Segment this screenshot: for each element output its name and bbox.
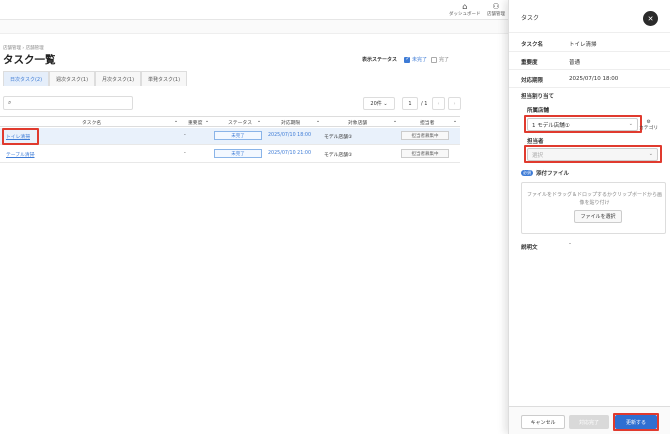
page-title: タスク一覧: [3, 54, 56, 66]
nav-dashboard-label: ダッシュボード: [449, 12, 481, 17]
category-link-label: カテゴリ: [639, 126, 659, 131]
filter-complete-option[interactable]: 完了: [431, 56, 449, 63]
dropzone-text: ファイルをドラッグ＆ドロップするかクリップボードから画像を貼り付け: [526, 192, 662, 206]
field-value-deadline: 2025/07/10 18:00: [569, 76, 619, 82]
description-value: -: [569, 241, 571, 247]
field-value-task-name: トイレ清掃: [569, 42, 597, 48]
assignment-section-label: 担当割り当て: [521, 94, 555, 100]
divider: [509, 51, 670, 52]
drawer-title: タスク: [521, 15, 540, 22]
nav-store-management[interactable]: ⚇ 店舗管理: [487, 2, 505, 17]
sort-icon[interactable]: ⌄: [174, 119, 178, 124]
sort-icon[interactable]: ⌄: [393, 119, 397, 124]
task-tabs: 日次タスク(2) 週次タスク(1) 月次タスク(1) 単発タスク(1): [3, 71, 187, 86]
complete-button[interactable]: 対応完了: [569, 415, 609, 429]
assignee-field-label: 担当者: [527, 139, 544, 145]
filter-incomplete-option[interactable]: 未完了: [404, 56, 427, 63]
status-badge: 未完了: [214, 131, 262, 140]
search-input[interactable]: ⌕: [3, 96, 133, 110]
deadline-value: 2025/07/10 21:00: [268, 151, 311, 156]
status-filter-label: 表示ステータス: [362, 57, 398, 63]
tab-daily[interactable]: 日次タスク(2): [3, 71, 49, 86]
per-page-select[interactable]: 20件 ⌄: [363, 97, 395, 110]
highlight-box: [524, 115, 642, 133]
select-file-button[interactable]: ファイルを選択: [574, 210, 622, 223]
nav-dashboard[interactable]: ⌂ ダッシュボード: [449, 2, 481, 17]
tab-weekly[interactable]: 週次タスク(1): [49, 71, 95, 86]
drawer-footer: キャンセル 対応完了 更新する: [509, 406, 670, 434]
next-page-button[interactable]: ›: [448, 97, 461, 110]
sort-icon[interactable]: ⌄: [316, 119, 320, 124]
store-value: モデル店舗①: [324, 135, 353, 140]
divider: [509, 87, 670, 88]
chevron-left-icon: ‹: [437, 100, 440, 107]
assignee-badge: 担当者募集中: [401, 149, 449, 158]
checkbox-unchecked-icon[interactable]: [431, 56, 438, 63]
required-tag: 必須: [521, 170, 533, 176]
deadline-value: 2025/07/10 18:00: [268, 133, 311, 138]
attachment-label: 添付ファイル: [536, 171, 570, 177]
status-badge: 未完了: [214, 149, 262, 158]
highlight-box: [524, 145, 662, 163]
tab-oneoff[interactable]: 単発タスク(1): [141, 71, 187, 86]
store-value: モデル店舗①: [324, 153, 353, 158]
store-field-label: 所属店舗: [527, 108, 550, 114]
divider: [509, 32, 670, 33]
column-task-name[interactable]: タスク名: [82, 119, 101, 126]
status-filter: 表示ステータス 未完了 完了: [362, 56, 449, 63]
page-number-input[interactable]: 1: [402, 97, 418, 110]
cancel-button[interactable]: キャンセル: [521, 415, 565, 429]
column-importance[interactable]: 重要度: [188, 119, 202, 126]
breadcrumb[interactable]: 店舗管理 › 店舗管理: [3, 45, 44, 51]
importance-value: -: [184, 151, 186, 156]
search-icon: ⌕: [8, 99, 12, 106]
file-dropzone[interactable]: ファイルをドラッグ＆ドロップするかクリップボードから画像を貼り付け ファイルを選…: [521, 182, 666, 234]
field-label-task-name: タスク名: [521, 42, 544, 48]
table-header: タスク名 ⌄ 重要度 ⌄ ステータス ⌄ 対応期限 ⌄ 対象店舗 ⌄ 担当者 ⌄: [0, 116, 460, 127]
table-row[interactable]: テーブル清掃 - 未完了 2025/07/10 21:00 モデル店舗① 担当者…: [0, 146, 460, 163]
assignee-badge: 担当者募集中: [401, 131, 449, 140]
home-icon: ⌂: [462, 2, 468, 11]
nav-store-label: 店舗管理: [487, 12, 505, 17]
field-value-importance: 普通: [569, 60, 581, 66]
description-label: 説明文: [521, 245, 538, 251]
tab-monthly[interactable]: 月次タスク(1): [95, 71, 141, 86]
close-button[interactable]: ✕: [643, 11, 658, 26]
column-status[interactable]: ステータス: [228, 119, 252, 126]
column-store[interactable]: 対象店舗: [348, 119, 367, 126]
checkbox-checked-icon[interactable]: [404, 56, 411, 63]
chevron-right-icon: ›: [453, 100, 456, 107]
close-icon: ✕: [647, 14, 654, 23]
importance-value: -: [184, 133, 186, 138]
column-assignee[interactable]: 担当者: [420, 119, 434, 126]
task-detail-drawer: タスク ✕ タスク名 トイレ清掃 重要度 普通 対応期限 2025/07/10 …: [508, 0, 670, 434]
filter-incomplete-label: 未完了: [412, 57, 428, 63]
page-total: / 1: [421, 101, 428, 107]
sort-icon[interactable]: ⌄: [453, 119, 457, 124]
prev-page-button[interactable]: ‹: [432, 97, 445, 110]
column-deadline[interactable]: 対応期限: [281, 119, 300, 126]
settings-icon: ⚙: [646, 120, 651, 125]
task-name-link[interactable]: テーブル清掃: [6, 151, 35, 158]
per-page-value: 20件: [370, 101, 382, 107]
sort-icon[interactable]: ⌄: [257, 119, 261, 124]
field-label-importance: 重要度: [521, 60, 538, 66]
attachment-header: 必須 添付ファイル: [521, 169, 569, 177]
highlight-box: [2, 128, 39, 145]
category-link[interactable]: ⚙ カテゴリ: [639, 120, 658, 132]
chevron-down-icon: ⌄: [383, 100, 388, 107]
field-label-deadline: 対応期限: [521, 78, 544, 84]
sort-icon[interactable]: ⌄: [205, 119, 209, 124]
users-icon: ⚇: [492, 2, 500, 11]
highlight-box: [613, 413, 659, 431]
divider: [509, 69, 670, 70]
filter-complete-label: 完了: [439, 57, 450, 63]
table-row[interactable]: トイレ清掃 - 未完了 2025/07/10 18:00 モデル店舗① 担当者募…: [0, 128, 460, 145]
